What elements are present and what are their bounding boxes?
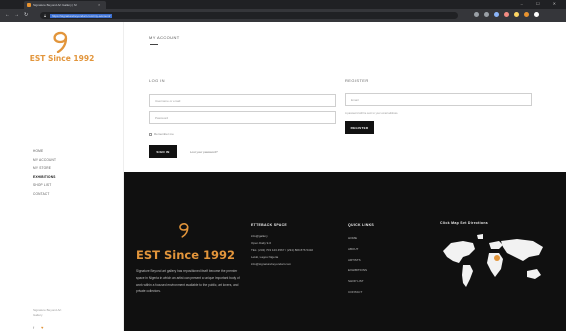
lock-icon: 🔒︎ — [44, 13, 47, 18]
address-heading: ETTEBACK SPACE — [251, 223, 288, 227]
brand-logo-icon[interactable] — [40, 31, 84, 53]
sidebar-item-contact[interactable]: CONTACT — [33, 190, 56, 199]
window-controls[interactable]: – ☐ ✕ — [521, 1, 562, 6]
page-title: MY ACCOUNT — [149, 35, 180, 40]
address-line: info@gallery — [251, 234, 268, 238]
address-line: info@signaturebeyondart.com — [251, 262, 292, 266]
email-input[interactable] — [346, 94, 531, 105]
world-map[interactable] — [437, 231, 557, 295]
address-line: Open Daily 9-6 — [251, 241, 272, 245]
brand-logo-text[interactable]: EST Since 1992 — [0, 54, 124, 63]
browser-extension-icon[interactable] — [484, 12, 489, 17]
quick-link-about[interactable]: ABOUT — [348, 244, 367, 255]
quick-link-shop-list[interactable]: SHOP LIST — [348, 276, 367, 287]
sign-in-button[interactable]: SIGN IN — [149, 145, 177, 158]
url-text[interactable]: https://signaturebeyondart.com/my-accoun… — [50, 13, 113, 18]
sidebar-note-line: Gallery — [33, 313, 43, 317]
extension-icons — [474, 12, 539, 17]
address-bar[interactable]: 🔒︎ https://signaturebeyondart.com/my-acc… — [40, 12, 458, 19]
map-location-marker[interactable] — [494, 255, 500, 261]
browser-toolbar: ← → ↻ 🔒︎ https://signaturebeyondart.com/… — [0, 9, 566, 22]
quick-link-home[interactable]: HOME — [348, 233, 367, 244]
footer-about: Signature Beyond art gallery has reposit… — [136, 269, 240, 294]
site-favicon-icon — [27, 3, 31, 7]
address-line: Lekki, Lagos Nigeria — [251, 255, 279, 259]
facebook-icon[interactable]: f — [33, 325, 34, 330]
browser-tab-bar: Signature Beyond Art Gallery | M × – ☐ ✕ — [0, 0, 566, 9]
back-icon[interactable]: ← — [5, 12, 10, 18]
address-line: TEL: (234) 703 123 4567 / (234) 809 876 … — [251, 248, 314, 252]
account-main: MY ACCOUNT LOG IN Remember me SIGN IN Lo… — [124, 22, 566, 172]
email-field[interactable] — [345, 93, 532, 106]
quick-link-contact[interactable]: CONTACT — [348, 287, 367, 298]
browser-extension-icon[interactable] — [494, 12, 499, 17]
site-footer: EST Since 1992 Signature Beyond art gall… — [124, 172, 566, 331]
quick-links-heading: QUICK LINKS — [348, 223, 375, 227]
sidebar-item-exhibitions[interactable]: EXHIBITIONS — [33, 173, 56, 182]
register-heading: REGISTER — [345, 78, 369, 83]
remember-me[interactable]: Remember me — [149, 132, 174, 136]
password-input[interactable] — [150, 112, 335, 123]
browser-extension-icon[interactable] — [504, 12, 509, 17]
tab-close-icon[interactable]: × — [98, 2, 100, 7]
browser-tab[interactable]: Signature Beyond Art Gallery | M × — [24, 1, 106, 9]
sidebar-nav: HOME MY ACCOUNT MY STORE EXHIBITIONS SHOP LI… — [33, 147, 56, 199]
lost-password-link[interactable]: Lost your password? — [190, 150, 218, 154]
title-underline — [150, 44, 158, 45]
footer-logo-icon — [179, 223, 189, 238]
quick-link-exhibitions[interactable]: EXHIBITIONS — [348, 265, 367, 276]
browser-extension-icon[interactable] — [474, 12, 479, 17]
sidebar-item-my-account[interactable]: MY ACCOUNT — [33, 156, 56, 165]
browser-extension-icon[interactable] — [514, 12, 519, 17]
browser-extension-icon[interactable] — [524, 12, 529, 17]
sidebar: EST Since 1992 HOME MY ACCOUNT MY STORE EXH… — [0, 22, 124, 331]
register-button[interactable]: REGISTER — [345, 121, 374, 134]
sidebar-note: Signature Beyond Art Gallery — [33, 308, 61, 318]
register-note: A password will be sent to your email ad… — [345, 112, 399, 115]
quick-link-artists[interactable]: ARTISTS — [348, 255, 367, 266]
footer-address: info@gallery Open Daily 9-6 TEL: (234) 703… — [251, 233, 313, 268]
login-heading: LOG IN — [149, 78, 165, 83]
map-heading: Click Map Set Directions — [440, 221, 489, 225]
footer-logo-text: EST Since 1992 — [136, 248, 236, 262]
sidebar-item-home[interactable]: HOME — [33, 147, 56, 156]
footer-quick-links: HOME ABOUT ARTISTS EXHIBITIONS SHOP LIST CONT… — [348, 233, 367, 298]
remember-label: Remember me — [154, 132, 174, 136]
instagram-icon[interactable]: ♥ — [41, 325, 43, 330]
password-field[interactable] — [149, 111, 336, 124]
browser-extension-icon[interactable] — [534, 12, 539, 17]
username-input[interactable] — [150, 95, 335, 106]
remember-checkbox[interactable] — [149, 132, 152, 136]
sidebar-item-my-store[interactable]: MY STORE — [33, 164, 56, 173]
social-links: f ♥ — [33, 325, 44, 330]
tab-title: Signature Beyond Art Gallery | M — [33, 3, 77, 7]
reload-icon[interactable]: ↻ — [24, 12, 28, 18]
sidebar-item-shop-list[interactable]: SHOP LIST — [33, 181, 56, 190]
forward-icon[interactable]: → — [14, 12, 19, 18]
username-field[interactable] — [149, 94, 336, 107]
